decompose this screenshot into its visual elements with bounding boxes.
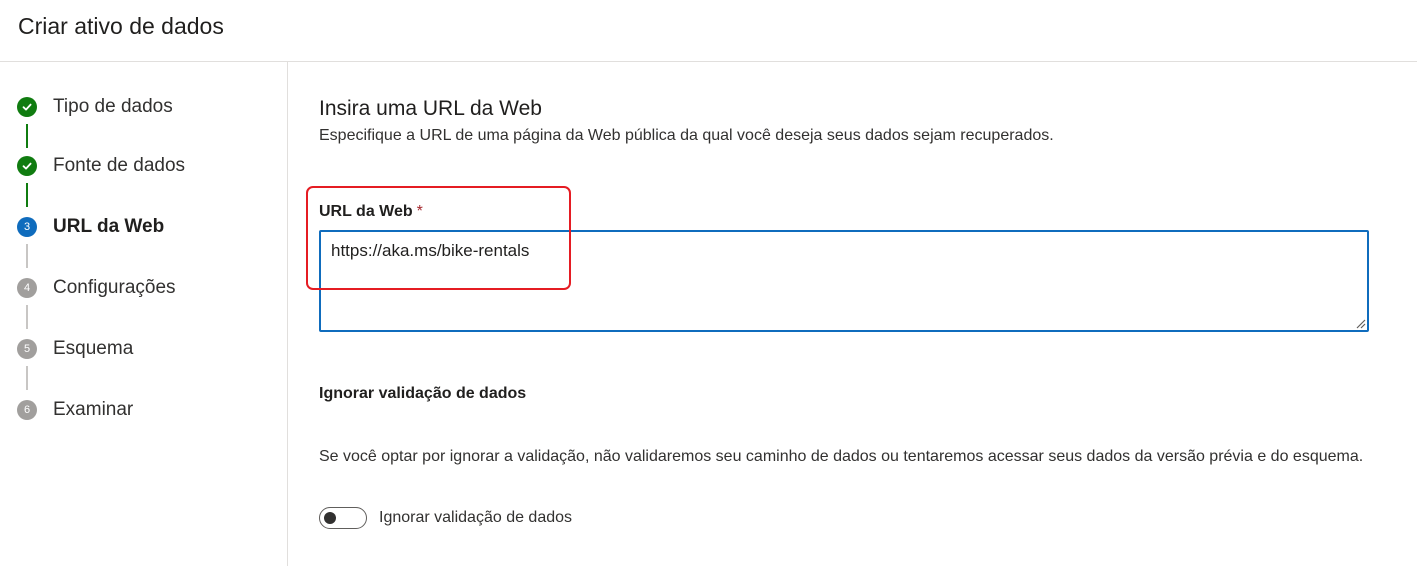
step-connector — [26, 124, 28, 148]
skip-validation-title: Ignorar validação de dados — [319, 385, 527, 402]
step-examinar[interactable]: 6 Examinar — [17, 398, 133, 422]
step-label: URL da Web — [53, 216, 165, 237]
step-label: Fonte de dados — [53, 155, 186, 176]
step-fonte-de-dados[interactable]: Fonte de dados — [17, 154, 185, 178]
page-header: Criar ativo de dados — [0, 0, 1417, 62]
page-title: Criar ativo de dados — [18, 13, 224, 39]
step-configuracoes[interactable]: 4 Configurações — [17, 276, 176, 300]
step-number-badge: 3 — [17, 217, 37, 237]
step-number-badge: 4 — [17, 278, 37, 298]
step-tipo-de-dados[interactable]: Tipo de dados — [17, 95, 173, 119]
step-number-badge: 6 — [17, 400, 37, 420]
required-asterisk: * — [416, 203, 423, 220]
step-label: Tipo de dados — [53, 96, 173, 117]
step-url-da-web[interactable]: 3 URL da Web — [17, 215, 164, 239]
url-field-label-text: URL da Web — [319, 203, 413, 220]
main-content: Insira uma URL da Web Especifique a URL … — [289, 62, 1417, 566]
step-connector — [26, 305, 28, 329]
url-input[interactable] — [319, 230, 1369, 332]
step-label: Esquema — [53, 338, 134, 359]
resize-handle-icon[interactable] — [1354, 317, 1366, 329]
wizard-steps-sidebar: Tipo de dados Fonte de dados 3 URL da We… — [0, 62, 288, 566]
toggle-knob — [324, 512, 336, 524]
step-connector — [26, 366, 28, 390]
step-connector — [26, 183, 28, 207]
step-label: Configurações — [53, 277, 176, 298]
check-icon — [17, 156, 37, 176]
step-number-badge: 5 — [17, 339, 37, 359]
toggle-label: Ignorar validação de dados — [379, 509, 573, 526]
step-label: Examinar — [53, 399, 134, 420]
skip-validation-toggle[interactable] — [319, 507, 367, 529]
section-title: Insira uma URL da Web — [319, 97, 542, 120]
skip-validation-toggle-row: Ignorar validação de dados — [319, 505, 572, 531]
skip-validation-description: Se você optar por ignorar a validação, n… — [319, 448, 1364, 465]
check-icon — [17, 97, 37, 117]
url-field-label: URL da Web * — [319, 203, 423, 221]
step-connector — [26, 244, 28, 268]
section-description: Especifique a URL de uma página da Web p… — [319, 127, 1054, 144]
step-esquema[interactable]: 5 Esquema — [17, 337, 133, 361]
